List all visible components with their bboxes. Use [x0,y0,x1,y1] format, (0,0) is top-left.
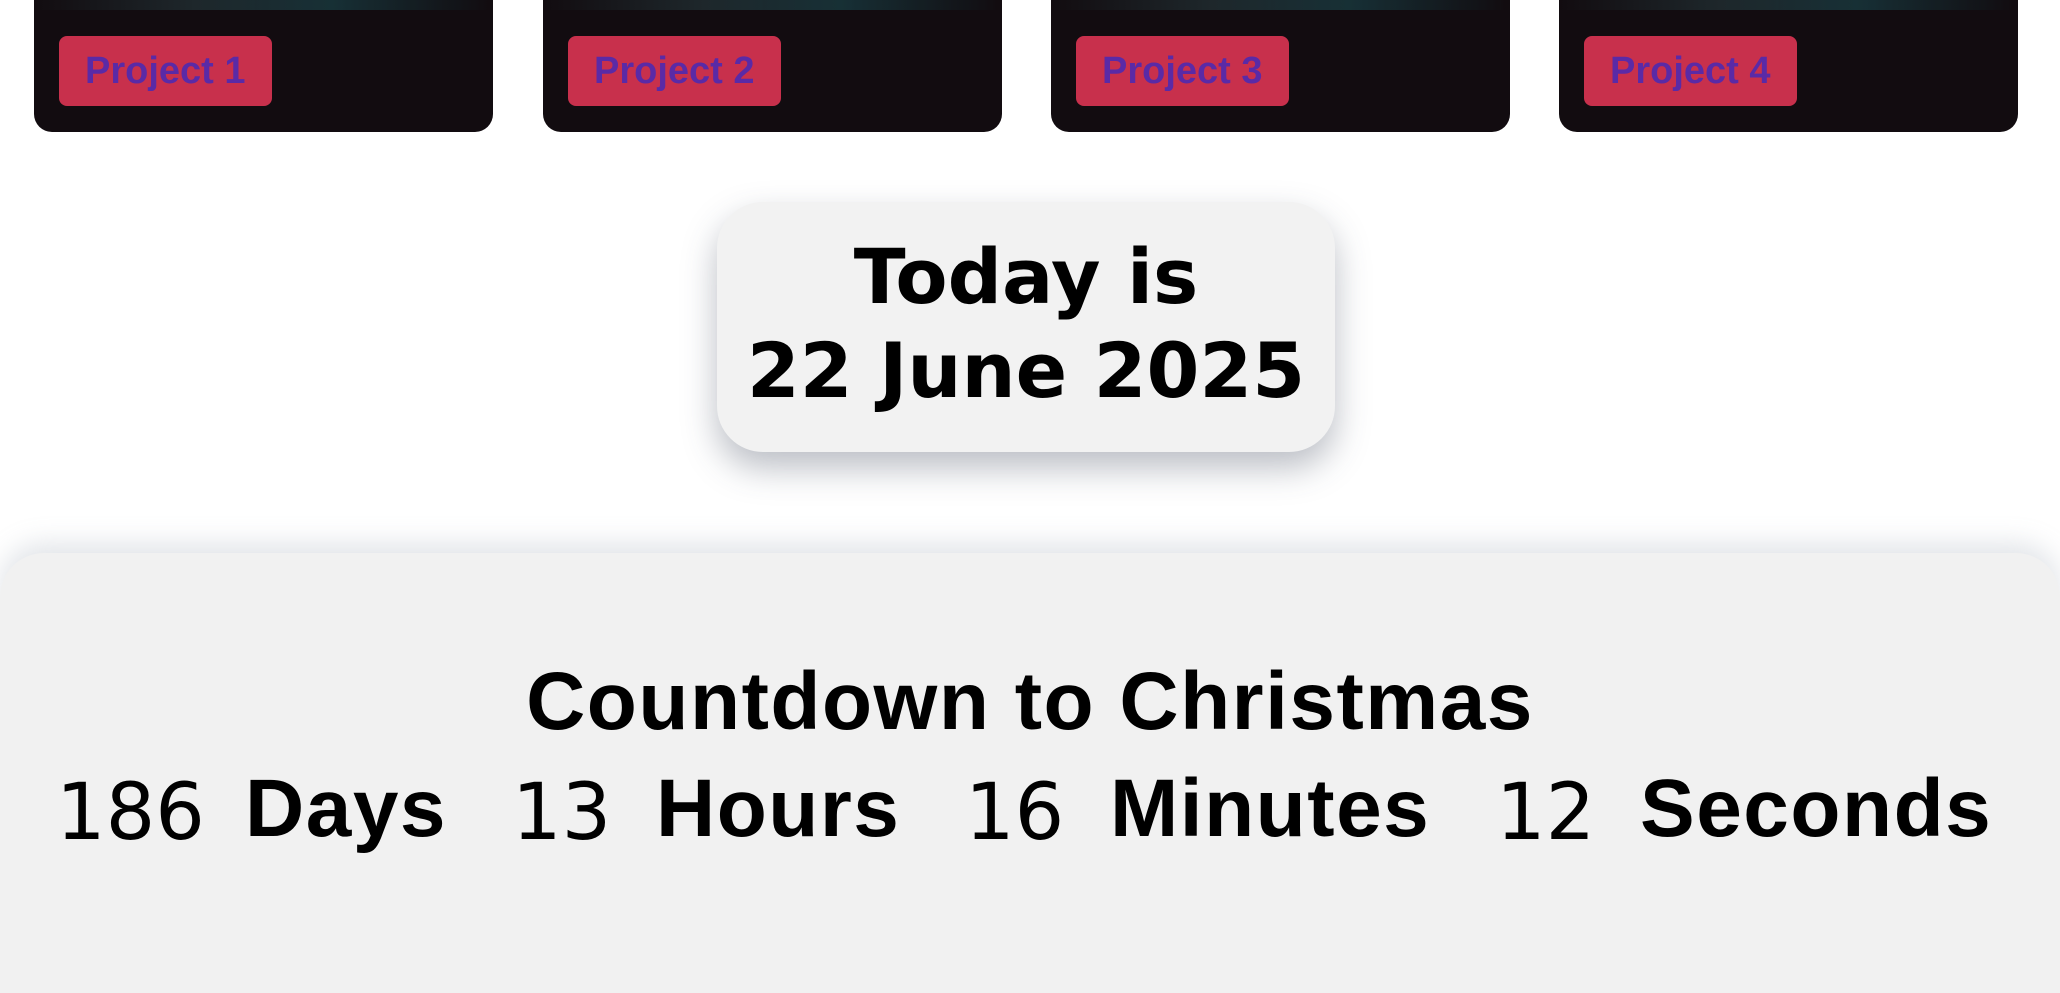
project-button-3[interactable]: Project 3 [1076,36,1289,106]
countdown-title: Countdown to Christmas [526,656,1534,747]
project-card-2[interactable]: Project 2 [543,0,1002,132]
countdown-days-label: Days [245,763,448,854]
countdown-minutes-label: Minutes [1110,763,1431,854]
today-date-card: Today is 22 June 2025 [717,202,1335,452]
project-list: Project 1 Project 2 Project 3 Project 4 [0,0,2060,140]
project-button-2[interactable]: Project 2 [568,36,781,106]
countdown-seconds-label: Seconds [1640,763,1993,854]
today-date: 22 June 2025 [746,326,1306,415]
project-button-4[interactable]: Project 4 [1584,36,1797,106]
today-label: Today is [853,232,1199,321]
project-thumbnail [1559,0,2018,10]
countdown-minutes-value: 16 [965,768,1065,858]
project-card-1[interactable]: Project 1 [34,0,493,132]
countdown-panel: Countdown to Christmas 186 Days 13 Hours… [0,553,2060,993]
project-card-4[interactable]: Project 4 [1559,0,2018,132]
project-button-1[interactable]: Project 1 [59,36,272,106]
countdown-days-value: 186 [56,768,205,858]
countdown-seconds-value: 12 [1496,768,1596,858]
project-card-3[interactable]: Project 3 [1051,0,1510,132]
countdown-hours-label: Hours [656,763,901,854]
project-thumbnail [543,0,1002,10]
project-thumbnail [1051,0,1510,10]
project-thumbnail [34,0,493,10]
countdown-hours-value: 13 [512,768,612,858]
